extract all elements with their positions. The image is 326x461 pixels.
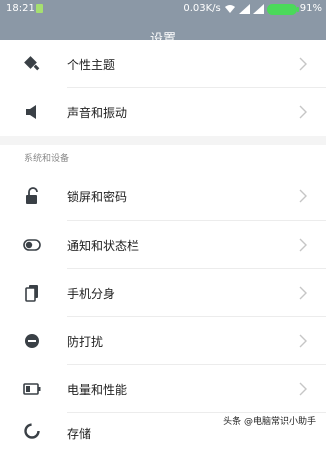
storage-icon	[22, 421, 42, 441]
battery-percent: 91%	[299, 3, 322, 14]
chevron-right-icon	[299, 189, 307, 203]
chevron-right-icon	[299, 382, 307, 396]
settings-item-label: 防打扰	[67, 334, 104, 349]
toggle-icon	[22, 235, 42, 255]
lock-icon	[22, 186, 42, 206]
settings-item-label: 存储	[67, 427, 92, 441]
status-time: 18:21	[6, 3, 35, 14]
status-battery-icon	[266, 3, 299, 15]
chevron-right-icon	[299, 286, 307, 300]
settings-item-phone-clone[interactable]: 手机分身	[0, 269, 326, 317]
do-not-disturb-icon	[22, 331, 42, 351]
chevron-right-icon	[299, 334, 307, 348]
settings-item-sound[interactable]: 声音和振动	[0, 88, 326, 136]
chevron-right-icon	[299, 238, 307, 252]
settings-item-label: 电量和性能	[67, 382, 128, 397]
section-header: 系统和设备	[24, 154, 70, 164]
signal-icon	[238, 4, 250, 14]
settings-item-do-not-disturb[interactable]: 防打扰	[0, 317, 326, 365]
chevron-right-icon	[299, 105, 307, 119]
watermark-text: 头条 @电脑常识小助手	[223, 417, 316, 427]
phone-clone-icon	[22, 283, 42, 303]
settings-item-label: 手机分身	[67, 286, 116, 301]
speaker-icon	[22, 102, 42, 122]
settings-item-battery[interactable]: 电量和性能	[0, 365, 326, 413]
settings-item-label: 声音和振动	[67, 105, 128, 120]
status-bar: 18:21 0.03K/s 91%	[0, 0, 326, 20]
settings-item-notifications[interactable]: 通知和状态栏	[0, 221, 326, 269]
wifi-icon	[224, 4, 236, 14]
settings-item-lock[interactable]: 锁屏和密码	[0, 172, 326, 220]
signal-2-icon	[252, 4, 264, 14]
battery-icon	[22, 379, 42, 399]
status-right: 0.03K/s 91%	[183, 0, 322, 18]
watermark: 头条 @电脑常识小助手	[223, 414, 316, 427]
section-gap	[0, 136, 326, 145]
settings-item-label: 通知和状态栏	[67, 238, 140, 253]
network-speed: 0.03K/s	[183, 3, 221, 14]
sim-card-icon	[36, 4, 43, 13]
settings-item-label: 锁屏和密码	[67, 189, 128, 204]
